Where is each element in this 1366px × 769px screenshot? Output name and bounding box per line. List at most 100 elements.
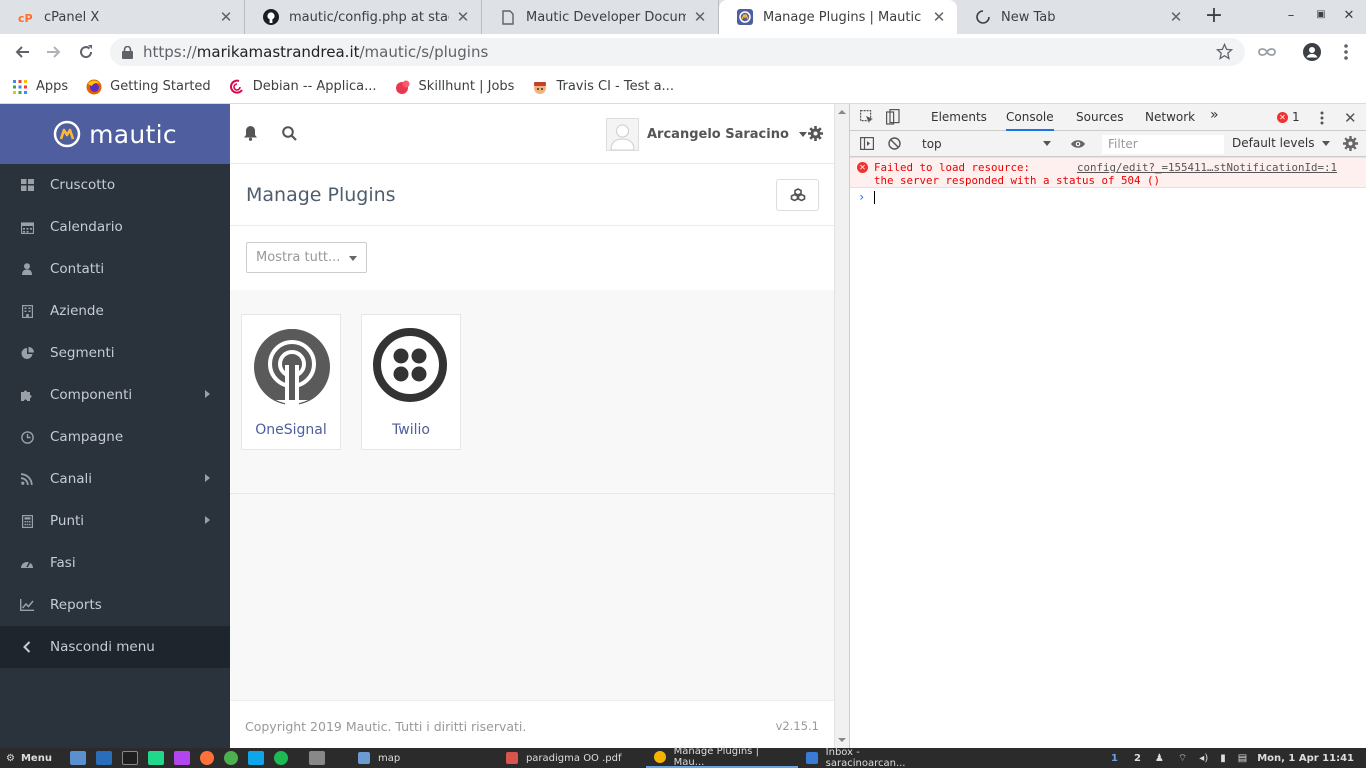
- error-source-link[interactable]: config/edit?_=155411…stNotificationId=:1: [1077, 161, 1337, 174]
- search-icon[interactable]: [282, 126, 297, 141]
- taskbar-item-thunderbird[interactable]: Inbox - saracinoarcan...: [798, 747, 948, 769]
- battery-tray-icon[interactable]: ▮: [1220, 753, 1226, 764]
- gear-icon[interactable]: [808, 126, 823, 141]
- infinity-extension-icon[interactable]: [1255, 40, 1279, 64]
- maximize-window-icon[interactable]: ▣: [1312, 9, 1330, 27]
- minimize-window-icon[interactable]: –: [1282, 8, 1300, 26]
- forward-icon[interactable]: [42, 40, 66, 64]
- nav-item-contatti[interactable]: Contatti: [0, 248, 230, 290]
- nav-item-cruscotto[interactable]: Cruscotto: [0, 164, 230, 206]
- nav-item-campagne[interactable]: Campagne: [0, 416, 230, 458]
- reload-plugins-button[interactable]: [776, 179, 819, 211]
- console-settings-gear-icon[interactable]: [1343, 136, 1358, 151]
- file-manager-launcher-icon[interactable]: [69, 751, 86, 765]
- log-levels-value: Default levels: [1232, 136, 1315, 150]
- task-label: map: [377, 752, 401, 764]
- back-icon[interactable]: [10, 40, 34, 64]
- devtools-tab-sources[interactable]: Sources: [1076, 110, 1123, 124]
- submenu-caret-icon: [205, 390, 210, 398]
- console-filter-input[interactable]: Filter: [1102, 135, 1224, 154]
- address-bar[interactable]: https://marikamastrandrea.it/mautic/s/pl…: [110, 38, 1245, 66]
- lock-icon[interactable]: [122, 45, 133, 59]
- inspect-element-icon[interactable]: [860, 110, 874, 124]
- window-list-icon[interactable]: [308, 751, 325, 765]
- page-scrollbar[interactable]: [834, 104, 849, 748]
- pie-chart-icon: [20, 346, 34, 360]
- nav-label: Contatti: [50, 261, 105, 277]
- nav-item-aziende[interactable]: Aziende: [0, 290, 230, 332]
- devtools-tab-console[interactable]: Console: [1006, 110, 1054, 131]
- more-tabs-button[interactable]: »: [1210, 107, 1219, 123]
- workspace-2[interactable]: 2: [1134, 753, 1141, 764]
- close-tab-icon[interactable]: ✕: [455, 8, 471, 26]
- close-tab-icon[interactable]: ✕: [931, 8, 947, 26]
- mautic-logo[interactable]: mautic: [0, 104, 230, 164]
- line-chart-icon: [20, 598, 34, 612]
- taskbar-item-chrome[interactable]: Manage Plugins | Mau...: [645, 746, 798, 768]
- live-expression-eye-icon[interactable]: [1070, 139, 1086, 149]
- workspace-1[interactable]: 1: [1111, 753, 1118, 764]
- error-count-badge[interactable]: ✕ 1: [1277, 110, 1300, 124]
- user-menu[interactable]: Arcangelo Saracino: [606, 117, 807, 151]
- firefox-launcher-icon[interactable]: [199, 751, 214, 765]
- nav-item-punti[interactable]: Punti: [0, 500, 230, 542]
- devtools-tab-elements[interactable]: Elements: [931, 110, 987, 124]
- bookmark-getting-started[interactable]: Getting Started: [86, 79, 211, 95]
- nav-item-calendario[interactable]: Calendario: [0, 206, 230, 248]
- taskbar-item-pdf[interactable]: paradigma OO .pdf: [498, 748, 646, 768]
- loading-icon: [975, 9, 991, 25]
- bookmark-travis[interactable]: Travis CI - Test a...: [532, 79, 674, 95]
- show-sidebar-icon[interactable]: [860, 137, 874, 150]
- notifications-bell-icon[interactable]: [243, 125, 258, 141]
- device-toolbar-icon[interactable]: [886, 109, 900, 125]
- bookmark-debian[interactable]: Debian -- Applica...: [229, 79, 377, 95]
- start-menu-button[interactable]: ⚙ Menu: [0, 748, 58, 768]
- profile-icon[interactable]: [1300, 40, 1324, 64]
- bookmark-label: Getting Started: [110, 79, 211, 94]
- bookmark-apps[interactable]: Apps: [12, 79, 68, 95]
- close-tab-icon[interactable]: ✕: [218, 8, 234, 26]
- new-tab-button[interactable]: +: [1203, 5, 1225, 28]
- nav-item-reports[interactable]: Reports: [0, 584, 230, 626]
- bookmark-skillhunt[interactable]: Skillhunt | Jobs: [395, 79, 514, 95]
- log-levels-select[interactable]: Default levels: [1232, 136, 1331, 150]
- taskbar-item-map[interactable]: map: [350, 748, 498, 768]
- pycharm-launcher-icon[interactable]: [147, 751, 164, 765]
- phpstorm-launcher-icon[interactable]: [173, 751, 190, 765]
- close-window-icon[interactable]: ✕: [1340, 8, 1358, 26]
- reload-icon[interactable]: [74, 40, 98, 64]
- nav-item-componenti[interactable]: Componenti: [0, 374, 230, 416]
- close-tab-icon[interactable]: ✕: [692, 8, 708, 26]
- nav-item-segmenti[interactable]: Segmenti: [0, 332, 230, 374]
- clock[interactable]: Mon, 1 Apr 11:41: [1257, 753, 1354, 764]
- bookmark-star-icon[interactable]: [1216, 43, 1233, 60]
- context-select[interactable]: top: [915, 135, 1055, 153]
- volume-tray-icon[interactable]: ◂): [1199, 753, 1208, 764]
- devtools-menu-icon[interactable]: [1320, 111, 1324, 125]
- console-prompt[interactable]: ›: [850, 188, 1366, 208]
- plugin-card-twilio[interactable]: Twilio: [361, 314, 461, 450]
- browser-tab-cpanel[interactable]: cP cPanel X ✕: [0, 0, 245, 34]
- intellij-launcher-icon[interactable]: [247, 751, 264, 765]
- network-tray-icon[interactable]: ⌔: [1178, 752, 1187, 765]
- thunderbird-launcher-icon[interactable]: [95, 751, 112, 765]
- browser-tab-docs[interactable]: Mautic Developer Documentation ✕: [482, 0, 719, 34]
- browser-tab-mautic[interactable]: Manage Plugins | Mautic ✕: [719, 0, 957, 34]
- user-tray-icon[interactable]: ♟: [1155, 753, 1164, 764]
- close-devtools-icon[interactable]: ✕: [1344, 109, 1357, 127]
- browser-tab-newtab[interactable]: New Tab ✕: [957, 0, 1194, 34]
- nav-item-canali[interactable]: Canali: [0, 458, 230, 500]
- chrome-menu-icon[interactable]: [1334, 40, 1358, 64]
- plugin-filter-select[interactable]: Mostra tutt...: [246, 242, 367, 273]
- plugin-card-onesignal[interactable]: OneSignal: [241, 314, 341, 450]
- hide-menu-button[interactable]: Nascondi menu: [0, 626, 230, 668]
- terminal-launcher-icon[interactable]: [121, 751, 138, 765]
- close-tab-icon[interactable]: ✕: [1168, 8, 1184, 26]
- browser-tab-github[interactable]: mautic/config.php at staging ✕: [245, 0, 482, 34]
- clear-console-icon[interactable]: [888, 137, 901, 150]
- devtools-tab-network[interactable]: Network: [1145, 110, 1195, 124]
- clipboard-tray-icon[interactable]: ▤: [1238, 753, 1247, 764]
- spotify-launcher-icon[interactable]: [273, 751, 288, 765]
- chrome-launcher-icon[interactable]: [223, 751, 238, 765]
- nav-item-fasi[interactable]: Fasi: [0, 542, 230, 584]
